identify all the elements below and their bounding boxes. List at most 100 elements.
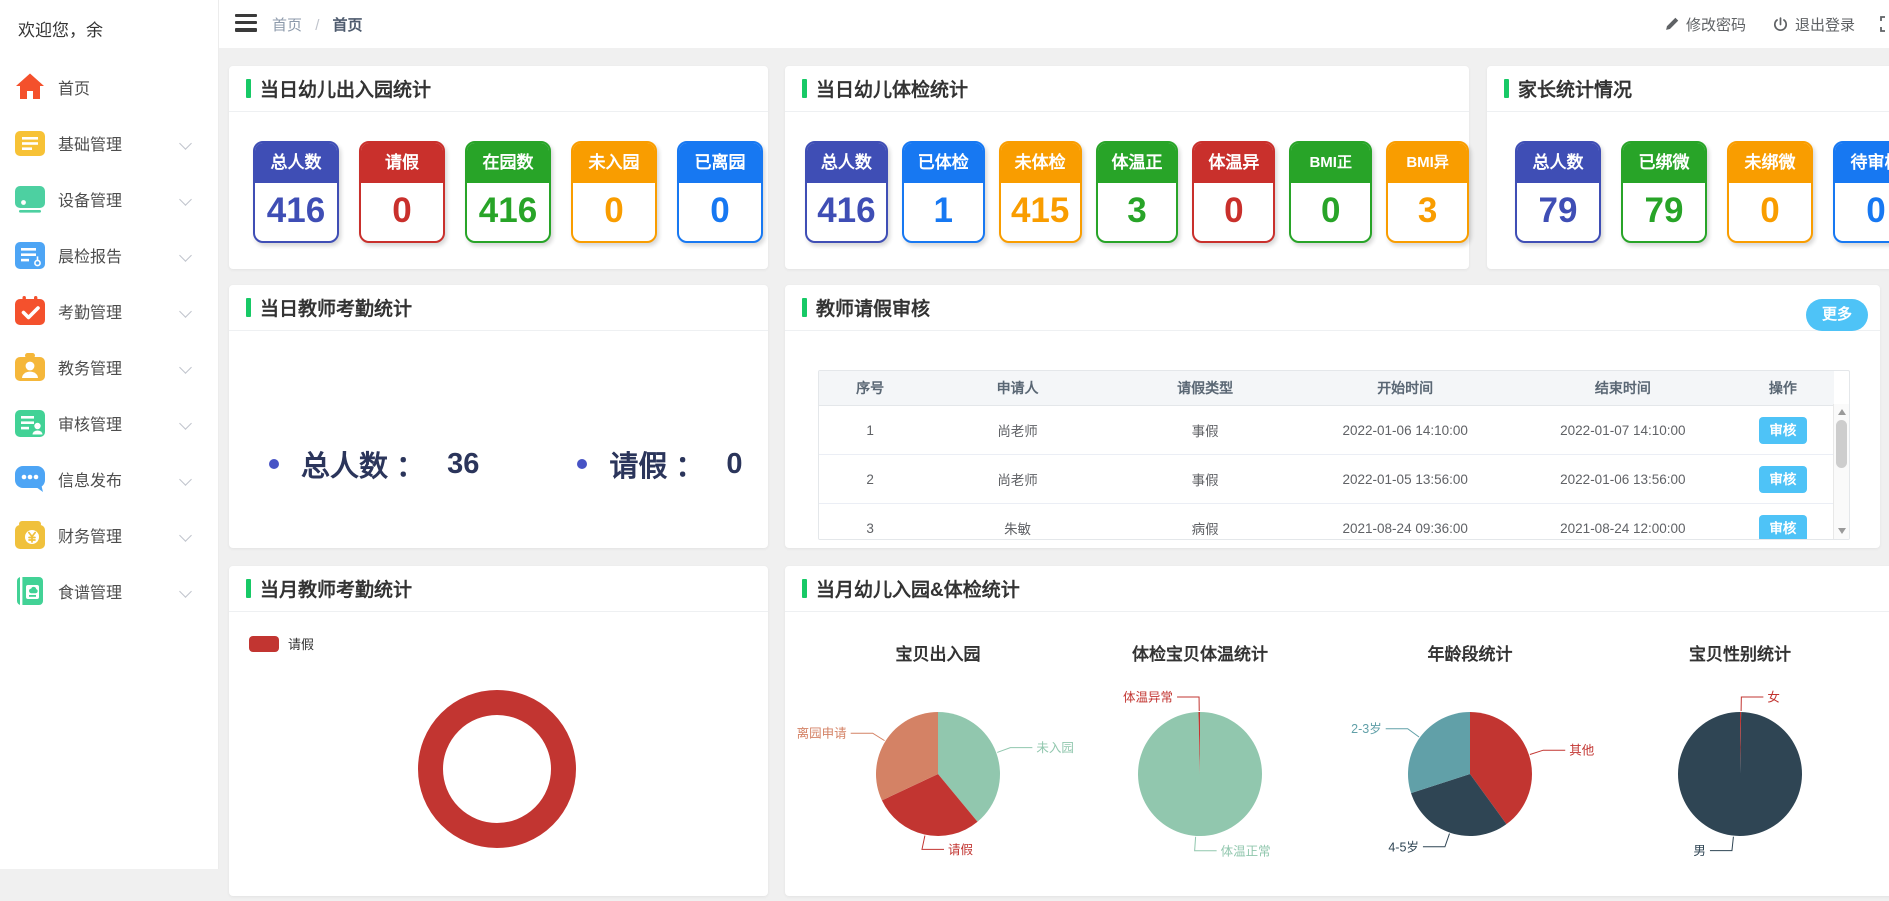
- chart-cell-gender: 宝贝性别统计 女男: [1595, 628, 1885, 890]
- pie-label-line: [997, 748, 1032, 753]
- table-cell: 2: [819, 455, 921, 504]
- pie-label-line: [922, 836, 944, 850]
- pie-slice-男: [1678, 712, 1802, 836]
- sidebar-item-home[interactable]: 首页: [0, 59, 218, 115]
- stat-tile: 请假0: [359, 141, 445, 243]
- audit-button[interactable]: 审核: [1759, 417, 1807, 444]
- stat-tile-label: 未绑微: [1729, 143, 1811, 183]
- pie-label: 男: [1693, 844, 1706, 858]
- sidebar-item-base[interactable]: 基础管理: [0, 115, 218, 171]
- table-column-header: 操作: [1732, 371, 1834, 406]
- chart-cell-age: 年龄段统计 其他4-5岁2-3岁: [1325, 628, 1615, 890]
- sidebar-item-recipe[interactable]: 食谱管理: [0, 563, 218, 619]
- stat-tile: 待审核0: [1833, 141, 1889, 243]
- stat-tile: BMI正0: [1289, 141, 1372, 243]
- stat-tiles: 总人数416请假0在园数416未入园0已离园0: [229, 112, 768, 243]
- stat-tile-label: 在园数: [467, 143, 549, 183]
- stat-tile-value: 0: [1729, 183, 1811, 241]
- stat-tile-label: 已绑微: [1623, 143, 1705, 183]
- pie-label-line: [1177, 697, 1199, 711]
- stat-tile: BMI异3: [1386, 141, 1469, 243]
- bullet-dot: [577, 459, 587, 469]
- stat-tile: 未体检415: [999, 141, 1082, 243]
- pie-age: 其他4-5岁2-3岁: [1325, 662, 1615, 896]
- stat-total: 总人数 ： 36: [269, 443, 479, 485]
- card-leave-review: 教师请假审核 更多 序号申请人请假类型开始时间结束时间操作 1尚老师事假2022…: [785, 285, 1880, 548]
- stat-tile-label: 未体检: [1001, 143, 1080, 183]
- audit-button[interactable]: 审核: [1759, 466, 1807, 493]
- stat-tile-label: 总人数: [807, 143, 886, 183]
- more-button[interactable]: 更多: [1806, 299, 1868, 331]
- pie-inout: 未入园请假离园申请: [793, 662, 1083, 896]
- table-column-header: 结束时间: [1514, 371, 1732, 406]
- stat-tile: 体温异0: [1192, 141, 1275, 243]
- stat-tile-label: 请假: [361, 143, 443, 183]
- sidebar-item-label: 审核管理: [58, 411, 122, 435]
- stat-tile-label: 体温异: [1194, 143, 1273, 183]
- legend-label: 请假: [288, 634, 314, 653]
- sidebar-item-report[interactable]: 晨检报告: [0, 227, 218, 283]
- table-row: 3朱敏病假2021-08-24 09:36:002021-08-24 12:00…: [819, 504, 1834, 541]
- stat-tile-value: 79: [1517, 183, 1599, 241]
- stat-tile-value: 416: [467, 183, 549, 241]
- title-accent-bar: [1504, 79, 1509, 98]
- stat-tile: 总人数79: [1515, 141, 1601, 243]
- stat-tile-value: 0: [361, 183, 443, 241]
- table-cell: 2021-08-24 12:00:00: [1514, 504, 1732, 541]
- teacher-month-donut: [229, 654, 768, 896]
- audit-button[interactable]: 审核: [1759, 515, 1807, 541]
- breadcrumb-separator: /: [315, 17, 319, 34]
- pie-label: 体温异常: [1123, 691, 1173, 705]
- scroll-down-icon[interactable]: [1838, 528, 1846, 534]
- chevron-down-icon: [179, 193, 192, 206]
- stat-leave: 请假 ： 0: [577, 443, 742, 485]
- sidebar-item-attend[interactable]: 考勤管理: [0, 283, 218, 339]
- table-body: 1尚老师事假2022-01-06 14:10:002022-01-07 14:1…: [819, 406, 1834, 541]
- sidebar-item-msg[interactable]: 信息发布: [0, 451, 218, 507]
- hamburger-menu-icon[interactable]: [235, 14, 257, 32]
- title-accent-bar: [802, 579, 807, 598]
- bullet-dot: [269, 459, 279, 469]
- stat-tile-value: 3: [1388, 183, 1467, 241]
- stat-tile-value: 0: [1835, 183, 1889, 241]
- card-child-inout: 当日幼儿出入园统计 总人数416请假0在园数416未入园0已离园0: [229, 66, 768, 269]
- breadcrumb-home[interactable]: 首页: [272, 17, 302, 34]
- sidebar-item-edu[interactable]: 教务管理: [0, 339, 218, 395]
- chevron-down-icon: [179, 361, 192, 374]
- welcome-text: 欢迎您，余: [0, 0, 218, 41]
- pie-label-line: [1741, 697, 1763, 711]
- card-teacher-today: 当日教师考勤统计 总人数 ： 36 请假 ： 0: [229, 285, 768, 548]
- stat-tile-label: BMI正: [1291, 143, 1370, 183]
- logout-button[interactable]: 退出登录: [1772, 14, 1855, 35]
- pencil-icon: [1664, 16, 1680, 32]
- card-title: 当月教师考勤统计: [229, 566, 768, 612]
- stat-tile-label: 总人数: [1517, 143, 1599, 183]
- stat-tile: 在园数416: [465, 141, 551, 243]
- sidebar-item-label: 财务管理: [58, 523, 122, 547]
- topbar: 首页 / 首页 修改密码 退出登录: [218, 0, 1889, 48]
- stat-tiles: 总人数416已体检1未体检415体温正3体温异0BMI正0BMI异3: [785, 112, 1469, 243]
- sidebar-item-audit[interactable]: 审核管理: [0, 395, 218, 451]
- card-title: 教师请假审核: [785, 285, 1880, 331]
- stat-tile-value: 416: [255, 183, 337, 241]
- scroll-thumb[interactable]: [1836, 420, 1847, 468]
- sidebar-item-device[interactable]: 设备管理: [0, 171, 218, 227]
- table-cell: 1: [819, 406, 921, 455]
- table-scrollbar[interactable]: [1833, 404, 1849, 539]
- pie-label-line: [851, 733, 885, 740]
- stat-tile: 总人数416: [253, 141, 339, 243]
- table-column-header: 申请人: [921, 371, 1114, 406]
- fullscreen-icon[interactable]: [1880, 16, 1889, 32]
- change-password-button[interactable]: 修改密码: [1664, 14, 1746, 35]
- sidebar-item-finance[interactable]: 财务管理: [0, 507, 218, 563]
- card-title: 家长统计情况: [1487, 66, 1889, 112]
- scroll-up-icon[interactable]: [1838, 409, 1846, 415]
- stat-tile: 已离园0: [677, 141, 763, 243]
- chevron-down-icon: [179, 249, 192, 262]
- card-parents: 家长统计情况 总人数79已绑微79未绑微0待审核0: [1487, 66, 1889, 269]
- breadcrumb-current: 首页: [333, 17, 363, 34]
- card-teacher-month: 当月教师考勤统计 请假: [229, 566, 768, 896]
- pie-label-line: [1530, 750, 1565, 754]
- power-icon: [1772, 16, 1789, 33]
- title-accent-bar: [802, 79, 807, 98]
